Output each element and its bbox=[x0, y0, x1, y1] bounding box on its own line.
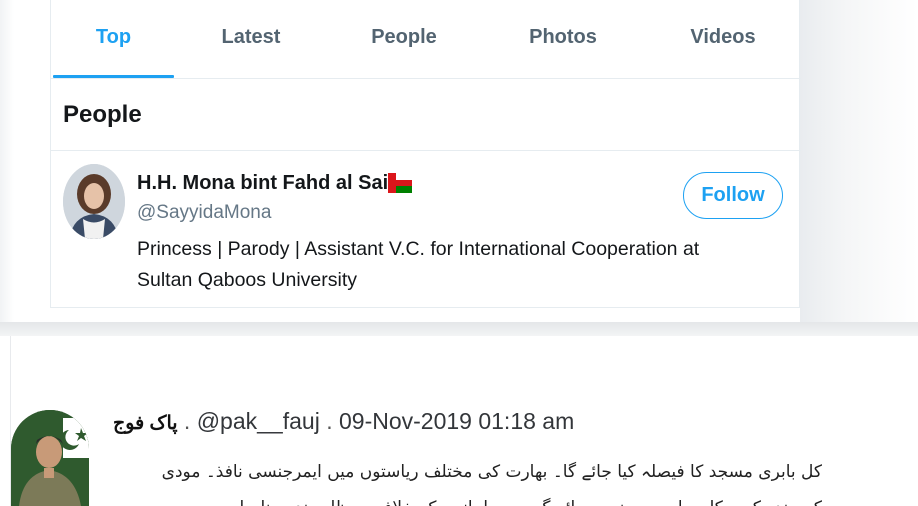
follow-button[interactable]: Follow bbox=[683, 172, 783, 219]
tweet-text: کل بابری مسجد کا فیصلہ کیا جائے گا۔ بھار… bbox=[122, 454, 822, 506]
header-separator: . bbox=[319, 408, 339, 434]
avatar-image bbox=[63, 164, 125, 239]
search-panel: Top Latest People Photos Videos People H… bbox=[50, 0, 801, 308]
tweet-card: پاک فوج . @pak__fauj . 09-Nov-2019 01:18… bbox=[10, 336, 918, 506]
tweet-avatar[interactable] bbox=[11, 410, 89, 506]
tweet-text-line: کے ہندو کی مکاری اب بھی نہیں جائے گی۔ مس… bbox=[122, 490, 822, 506]
tab-latest[interactable]: Latest bbox=[211, 26, 291, 52]
user-bio: Princess | Parody | Assistant V.C. for I… bbox=[137, 238, 700, 291]
avatar[interactable] bbox=[63, 164, 125, 239]
right-shade bbox=[800, 0, 918, 322]
section-title-people: People bbox=[63, 101, 142, 128]
tab-top[interactable]: Top bbox=[53, 26, 174, 52]
tweet-avatar-image bbox=[11, 410, 89, 506]
header-separator: . bbox=[177, 408, 197, 434]
tab-videos[interactable]: Videos bbox=[683, 26, 763, 52]
tweet-text-line: کل بابری مسجد کا فیصلہ کیا جائے گا۔ بھار… bbox=[161, 462, 822, 482]
image-separator bbox=[0, 322, 918, 336]
tab-people[interactable]: People bbox=[364, 26, 444, 52]
user-display-name[interactable]: H.H. Mona bint Fahd al Said bbox=[137, 172, 400, 195]
search-results-card: Top Latest People Photos Videos People H… bbox=[0, 0, 918, 322]
search-tabs: Top Latest People Photos Videos bbox=[51, 0, 801, 79]
tab-photos[interactable]: Photos bbox=[523, 26, 603, 52]
tweet-timestamp[interactable]: 09-Nov-2019 01:18 am bbox=[339, 408, 574, 434]
oman-flag-icon bbox=[388, 173, 412, 193]
active-tab-indicator bbox=[53, 75, 174, 78]
left-shade bbox=[0, 0, 14, 322]
user-list-item[interactable]: H.H. Mona bint Fahd al Said @SayyidaMona… bbox=[51, 151, 801, 308]
tweet-author-handle[interactable]: @pak__fauj bbox=[197, 408, 320, 434]
tweet-author-name[interactable]: پاک فوج bbox=[113, 413, 178, 434]
user-handle[interactable]: @SayyidaMona bbox=[137, 202, 271, 224]
tweet-header: پاک فوج . @pak__fauj . 09-Nov-2019 01:18… bbox=[113, 408, 574, 442]
